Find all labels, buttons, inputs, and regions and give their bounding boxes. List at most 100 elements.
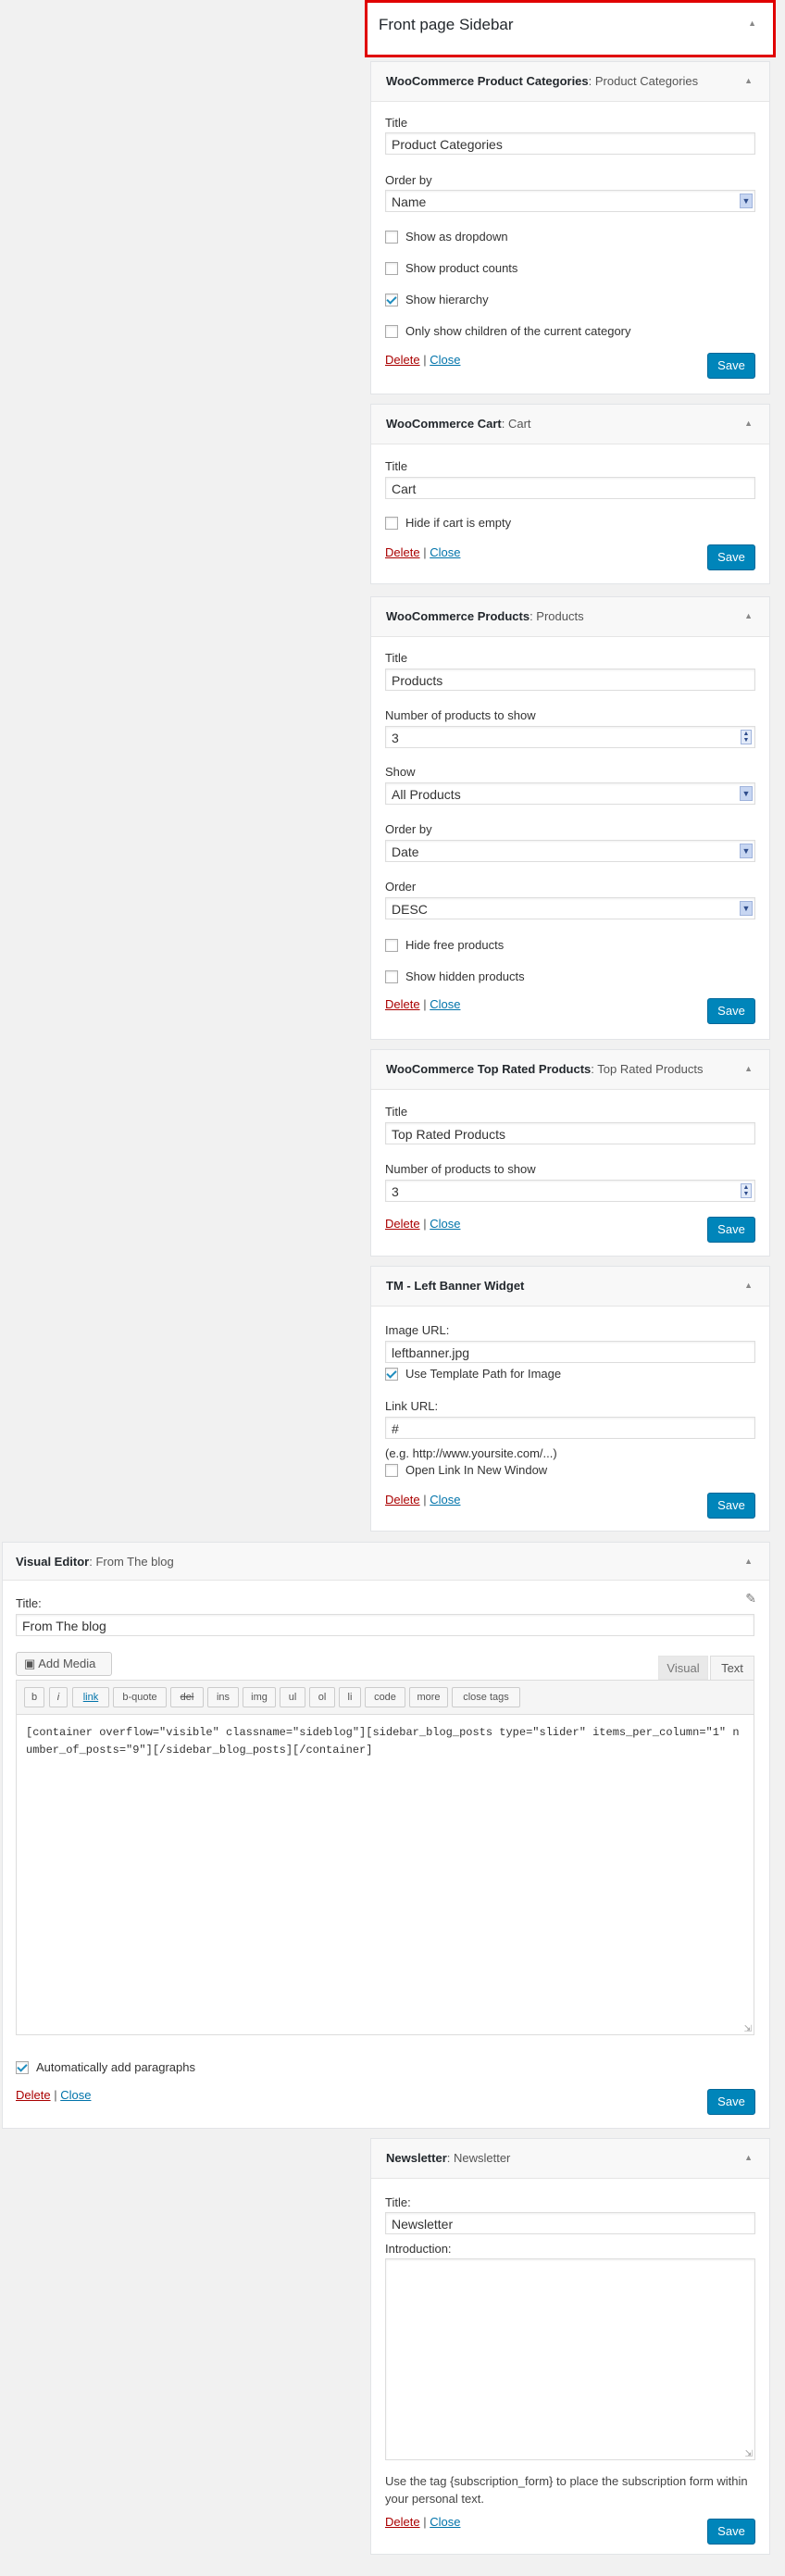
order-select[interactable]: DESC ▼: [385, 897, 755, 919]
widget-title-bar[interactable]: Newsletter: Newsletter ▲: [371, 2139, 769, 2179]
template-path-option[interactable]: Use Template Path for Image: [385, 1367, 561, 1381]
title-input[interactable]: Products: [385, 669, 755, 691]
sidebar-header[interactable]: Front page Sidebar ▲: [365, 0, 776, 57]
close-link[interactable]: Close: [430, 2515, 460, 2529]
show-hidden-option[interactable]: Show hidden products: [385, 969, 525, 983]
checkbox-checked[interactable]: [16, 2060, 29, 2074]
checkbox[interactable]: [385, 324, 398, 338]
save-button[interactable]: Save: [707, 998, 755, 1024]
qt-blockquote-button[interactable]: b-quote: [113, 1687, 167, 1707]
num-products-input[interactable]: 3 ▲ ▼: [385, 1180, 755, 1202]
save-button[interactable]: Save: [707, 353, 755, 379]
widget-title-bar[interactable]: WooCommerce Product Categories: Product …: [371, 62, 769, 102]
qt-img-button[interactable]: img: [243, 1687, 276, 1707]
qt-more-button[interactable]: more: [409, 1687, 448, 1707]
toggle-arrow-icon[interactable]: ▲: [744, 1557, 753, 1566]
collapse-arrow-icon[interactable]: ▲: [748, 19, 756, 28]
checkbox-checked[interactable]: [385, 1367, 398, 1381]
save-button[interactable]: Save: [707, 2519, 755, 2545]
checkbox[interactable]: [385, 938, 398, 952]
quicktags-toolbar: b i link b-quote del ins img ul ol li co…: [17, 1681, 754, 1715]
sidebar-title: Front page Sidebar: [379, 16, 514, 33]
only-children-option[interactable]: Only show children of the current catego…: [385, 324, 631, 338]
save-button[interactable]: Save: [707, 544, 755, 570]
toggle-arrow-icon[interactable]: ▲: [744, 1064, 753, 1073]
show-counts-option[interactable]: Show product counts: [385, 261, 517, 275]
auto-paragraphs-option[interactable]: Automatically add paragraphs: [16, 2060, 195, 2074]
show-hierarchy-option[interactable]: Show hierarchy: [385, 293, 489, 306]
widget-title-bar[interactable]: WooCommerce Cart: Cart ▲: [371, 405, 769, 444]
title-input[interactable]: From The blog: [16, 1614, 754, 1636]
widget-title-bar[interactable]: Visual Editor: From The blog ▲: [3, 1543, 769, 1581]
save-button[interactable]: Save: [707, 1217, 755, 1243]
order-by-select[interactable]: Name ▼: [385, 190, 755, 212]
resize-handle-icon[interactable]: ⇲: [745, 2449, 753, 2459]
widget-title-bar[interactable]: WooCommerce Top Rated Products: Top Rate…: [371, 1050, 769, 1090]
widget-title-bar[interactable]: WooCommerce Products: Products ▲: [371, 597, 769, 637]
new-window-option[interactable]: Open Link In New Window: [385, 1463, 547, 1477]
toggle-arrow-icon[interactable]: ▲: [744, 2153, 753, 2162]
checkbox[interactable]: [385, 969, 398, 983]
delete-link[interactable]: Delete: [385, 545, 420, 559]
close-link[interactable]: Close: [430, 545, 460, 559]
close-link[interactable]: Close: [430, 997, 460, 1011]
order-by-select[interactable]: Date ▼: [385, 840, 755, 862]
delete-link[interactable]: Delete: [385, 2515, 420, 2529]
checkbox-checked[interactable]: [385, 293, 398, 306]
introduction-textarea[interactable]: ⇲: [385, 2258, 755, 2460]
close-link[interactable]: Close: [430, 1217, 460, 1231]
widget-actions: Delete | Close: [385, 545, 461, 559]
qt-ins-button[interactable]: ins: [207, 1687, 239, 1707]
title-input[interactable]: Newsletter: [385, 2212, 755, 2234]
resize-handle-icon[interactable]: ⇲: [744, 2024, 752, 2034]
title-input[interactable]: Product Categories: [385, 132, 755, 155]
dropdown-arrow-icon: ▼: [740, 901, 753, 916]
checkbox[interactable]: [385, 230, 398, 244]
show-select[interactable]: All Products ▼: [385, 782, 755, 805]
title-input[interactable]: Top Rated Products: [385, 1122, 755, 1144]
spinner-arrows-icon[interactable]: ▲ ▼: [741, 730, 752, 744]
hide-empty-option[interactable]: Hide if cart is empty: [385, 516, 511, 530]
pin-icon[interactable]: ✎: [745, 1591, 756, 1607]
toggle-arrow-icon[interactable]: ▲: [744, 1281, 753, 1290]
checkbox[interactable]: [385, 516, 398, 530]
qt-code-button[interactable]: code: [365, 1687, 405, 1707]
qt-link-button[interactable]: link: [72, 1687, 109, 1707]
qt-del-button[interactable]: del: [170, 1687, 204, 1707]
title-label: Title: [385, 459, 408, 473]
close-link[interactable]: Close: [430, 1493, 460, 1507]
link-url-input[interactable]: #: [385, 1417, 755, 1439]
checkbox[interactable]: [385, 261, 398, 275]
delete-link[interactable]: Delete: [385, 1493, 420, 1507]
spinner-arrows-icon[interactable]: ▲ ▼: [741, 1183, 752, 1198]
qt-italic-button[interactable]: i: [49, 1687, 68, 1707]
qt-close-tags-button[interactable]: close tags: [452, 1687, 520, 1707]
save-button[interactable]: Save: [707, 1493, 755, 1519]
delete-link[interactable]: Delete: [16, 2088, 51, 2102]
toggle-arrow-icon[interactable]: ▲: [744, 611, 753, 620]
editor-textarea[interactable]: [container overflow="visible" classname=…: [26, 1724, 744, 1759]
toggle-arrow-icon[interactable]: ▲: [744, 76, 753, 85]
close-link[interactable]: Close: [60, 2088, 91, 2102]
title-input[interactable]: Cart: [385, 477, 755, 499]
qt-li-button[interactable]: li: [339, 1687, 361, 1707]
qt-bold-button[interactable]: b: [24, 1687, 44, 1707]
add-media-button[interactable]: ▣ Add Media: [16, 1652, 112, 1676]
num-products-input[interactable]: 3 ▲ ▼: [385, 726, 755, 748]
tab-text[interactable]: Text: [710, 1656, 754, 1680]
delete-link[interactable]: Delete: [385, 997, 420, 1011]
hide-free-option[interactable]: Hide free products: [385, 938, 504, 952]
save-button[interactable]: Save: [707, 2089, 755, 2115]
delete-link[interactable]: Delete: [385, 353, 420, 367]
qt-ul-button[interactable]: ul: [280, 1687, 305, 1707]
checkbox[interactable]: [385, 1463, 398, 1477]
widget-title-bar[interactable]: TM - Left Banner Widget ▲: [371, 1267, 769, 1307]
title-label: Title:: [385, 2195, 411, 2209]
qt-ol-button[interactable]: ol: [309, 1687, 335, 1707]
tab-visual[interactable]: Visual: [658, 1656, 708, 1680]
show-dropdown-option[interactable]: Show as dropdown: [385, 230, 508, 244]
close-link[interactable]: Close: [430, 353, 460, 367]
delete-link[interactable]: Delete: [385, 1217, 420, 1231]
image-url-input[interactable]: leftbanner.jpg: [385, 1341, 755, 1363]
toggle-arrow-icon[interactable]: ▲: [744, 419, 753, 428]
